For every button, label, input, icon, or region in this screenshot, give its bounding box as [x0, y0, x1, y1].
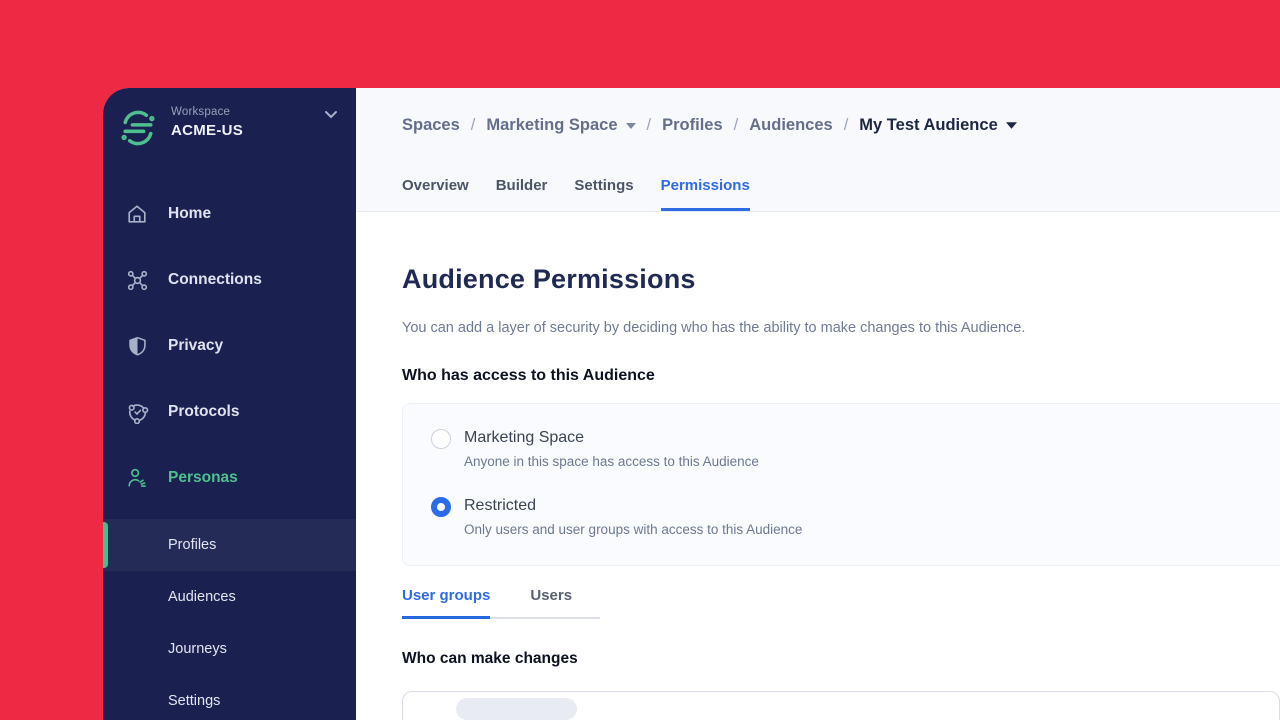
personas-subnav: Profiles Audiences Journeys Settings	[103, 519, 356, 720]
option-label: Restricted	[464, 497, 537, 514]
sidebar-item-label: Privacy	[168, 337, 224, 354]
breadcrumb: Spaces / Marketing Space / Profiles / Au…	[402, 88, 1280, 135]
sidebar-subitem-label: Audiences	[168, 589, 236, 605]
sidebar-subitem-settings[interactable]: Settings	[103, 675, 356, 720]
main-area: Spaces / Marketing Space / Profiles / Au…	[356, 88, 1280, 720]
option-description: Anyone in this space has access to this …	[464, 454, 759, 469]
loading-pill	[456, 698, 577, 720]
access-options-card: Marketing Space Anyone in this space has…	[402, 403, 1280, 566]
sidebar-subitem-label: Profiles	[168, 537, 217, 553]
tab-permissions[interactable]: Permissions	[660, 177, 750, 211]
sidebar-subitem-profiles[interactable]: Profiles	[103, 519, 356, 571]
user-groups-card	[402, 691, 1280, 720]
connections-icon	[125, 268, 149, 292]
sidebar-subitem-label: Settings	[168, 693, 221, 709]
sidebar-subitem-label: Journeys	[168, 641, 227, 657]
audience-tabs: Overview Builder Settings Permissions	[402, 177, 1280, 211]
sidebar-subitem-journeys[interactable]: Journeys	[103, 623, 356, 675]
breadcrumb-current-audience[interactable]: My Test Audience	[859, 116, 997, 135]
sidebar-nav: Home Connections Privacy Protocols Perso…	[103, 181, 356, 511]
workspace-label: Workspace	[171, 106, 231, 118]
protocols-icon	[125, 400, 149, 424]
workspace-name: ACME-US	[171, 122, 244, 139]
access-list-subtabs: User groups Users	[402, 587, 600, 619]
subtab-users[interactable]: Users	[530, 587, 580, 619]
subtab-user-groups[interactable]: User groups	[402, 587, 491, 619]
breadcrumb-audiences[interactable]: Audiences	[749, 116, 832, 135]
sidebar-item-label: Protocols	[168, 403, 240, 420]
option-label: Marketing Space	[464, 429, 585, 446]
sidebar-item-label: Personas	[168, 469, 238, 486]
radio-selected-icon[interactable]	[431, 497, 451, 517]
app-window: Workspace ACME-US Home Connections Priva…	[103, 88, 1280, 720]
home-icon	[125, 202, 149, 226]
workspace-switcher[interactable]: Workspace ACME-US	[103, 88, 356, 148]
page-header: Spaces / Marketing Space / Profiles / Au…	[356, 88, 1280, 212]
page-content: Audience Permissions You can add a layer…	[356, 212, 1280, 720]
segment-logo-icon	[118, 108, 158, 148]
sidebar-item-label: Connections	[168, 271, 262, 288]
page-title: Audience Permissions	[402, 264, 696, 294]
sidebar-subitem-audiences[interactable]: Audiences	[103, 571, 356, 623]
radio-unselected-icon[interactable]	[431, 429, 451, 449]
tab-builder[interactable]: Builder	[496, 177, 548, 211]
breadcrumb-profiles[interactable]: Profiles	[662, 116, 723, 135]
caret-down-icon[interactable]	[625, 122, 636, 129]
option-description: Only users and user groups with access t…	[464, 522, 803, 537]
sidebar-item-privacy[interactable]: Privacy	[103, 313, 356, 379]
sidebar-item-protocols[interactable]: Protocols	[103, 379, 356, 445]
tab-settings[interactable]: Settings	[574, 177, 633, 211]
chevron-down-icon	[324, 110, 338, 119]
page-description: You can add a layer of security by decid…	[402, 320, 1026, 336]
changes-heading: Who can make changes	[402, 650, 578, 667]
shield-icon	[125, 334, 149, 358]
breadcrumb-separator: /	[843, 116, 849, 134]
sidebar-item-personas[interactable]: Personas	[103, 445, 356, 511]
breadcrumb-spaces[interactable]: Spaces	[402, 116, 460, 135]
sidebar-item-connections[interactable]: Connections	[103, 247, 356, 313]
tab-overview[interactable]: Overview	[402, 177, 469, 211]
breadcrumb-marketing-space[interactable]: Marketing Space	[486, 116, 617, 135]
breadcrumb-separator: /	[470, 116, 476, 134]
breadcrumb-separator: /	[733, 116, 739, 134]
access-heading: Who has access to this Audience	[402, 367, 655, 384]
sidebar: Workspace ACME-US Home Connections Priva…	[103, 88, 356, 720]
option-restricted[interactable]: Restricted Only users and user groups wi…	[431, 495, 1280, 538]
sidebar-item-label: Home	[168, 205, 212, 222]
sidebar-item-home[interactable]: Home	[103, 181, 356, 247]
caret-down-icon[interactable]	[1005, 122, 1017, 129]
personas-icon	[125, 466, 149, 490]
option-marketing-space[interactable]: Marketing Space Anyone in this space has…	[431, 427, 1280, 470]
breadcrumb-separator: /	[646, 116, 652, 134]
